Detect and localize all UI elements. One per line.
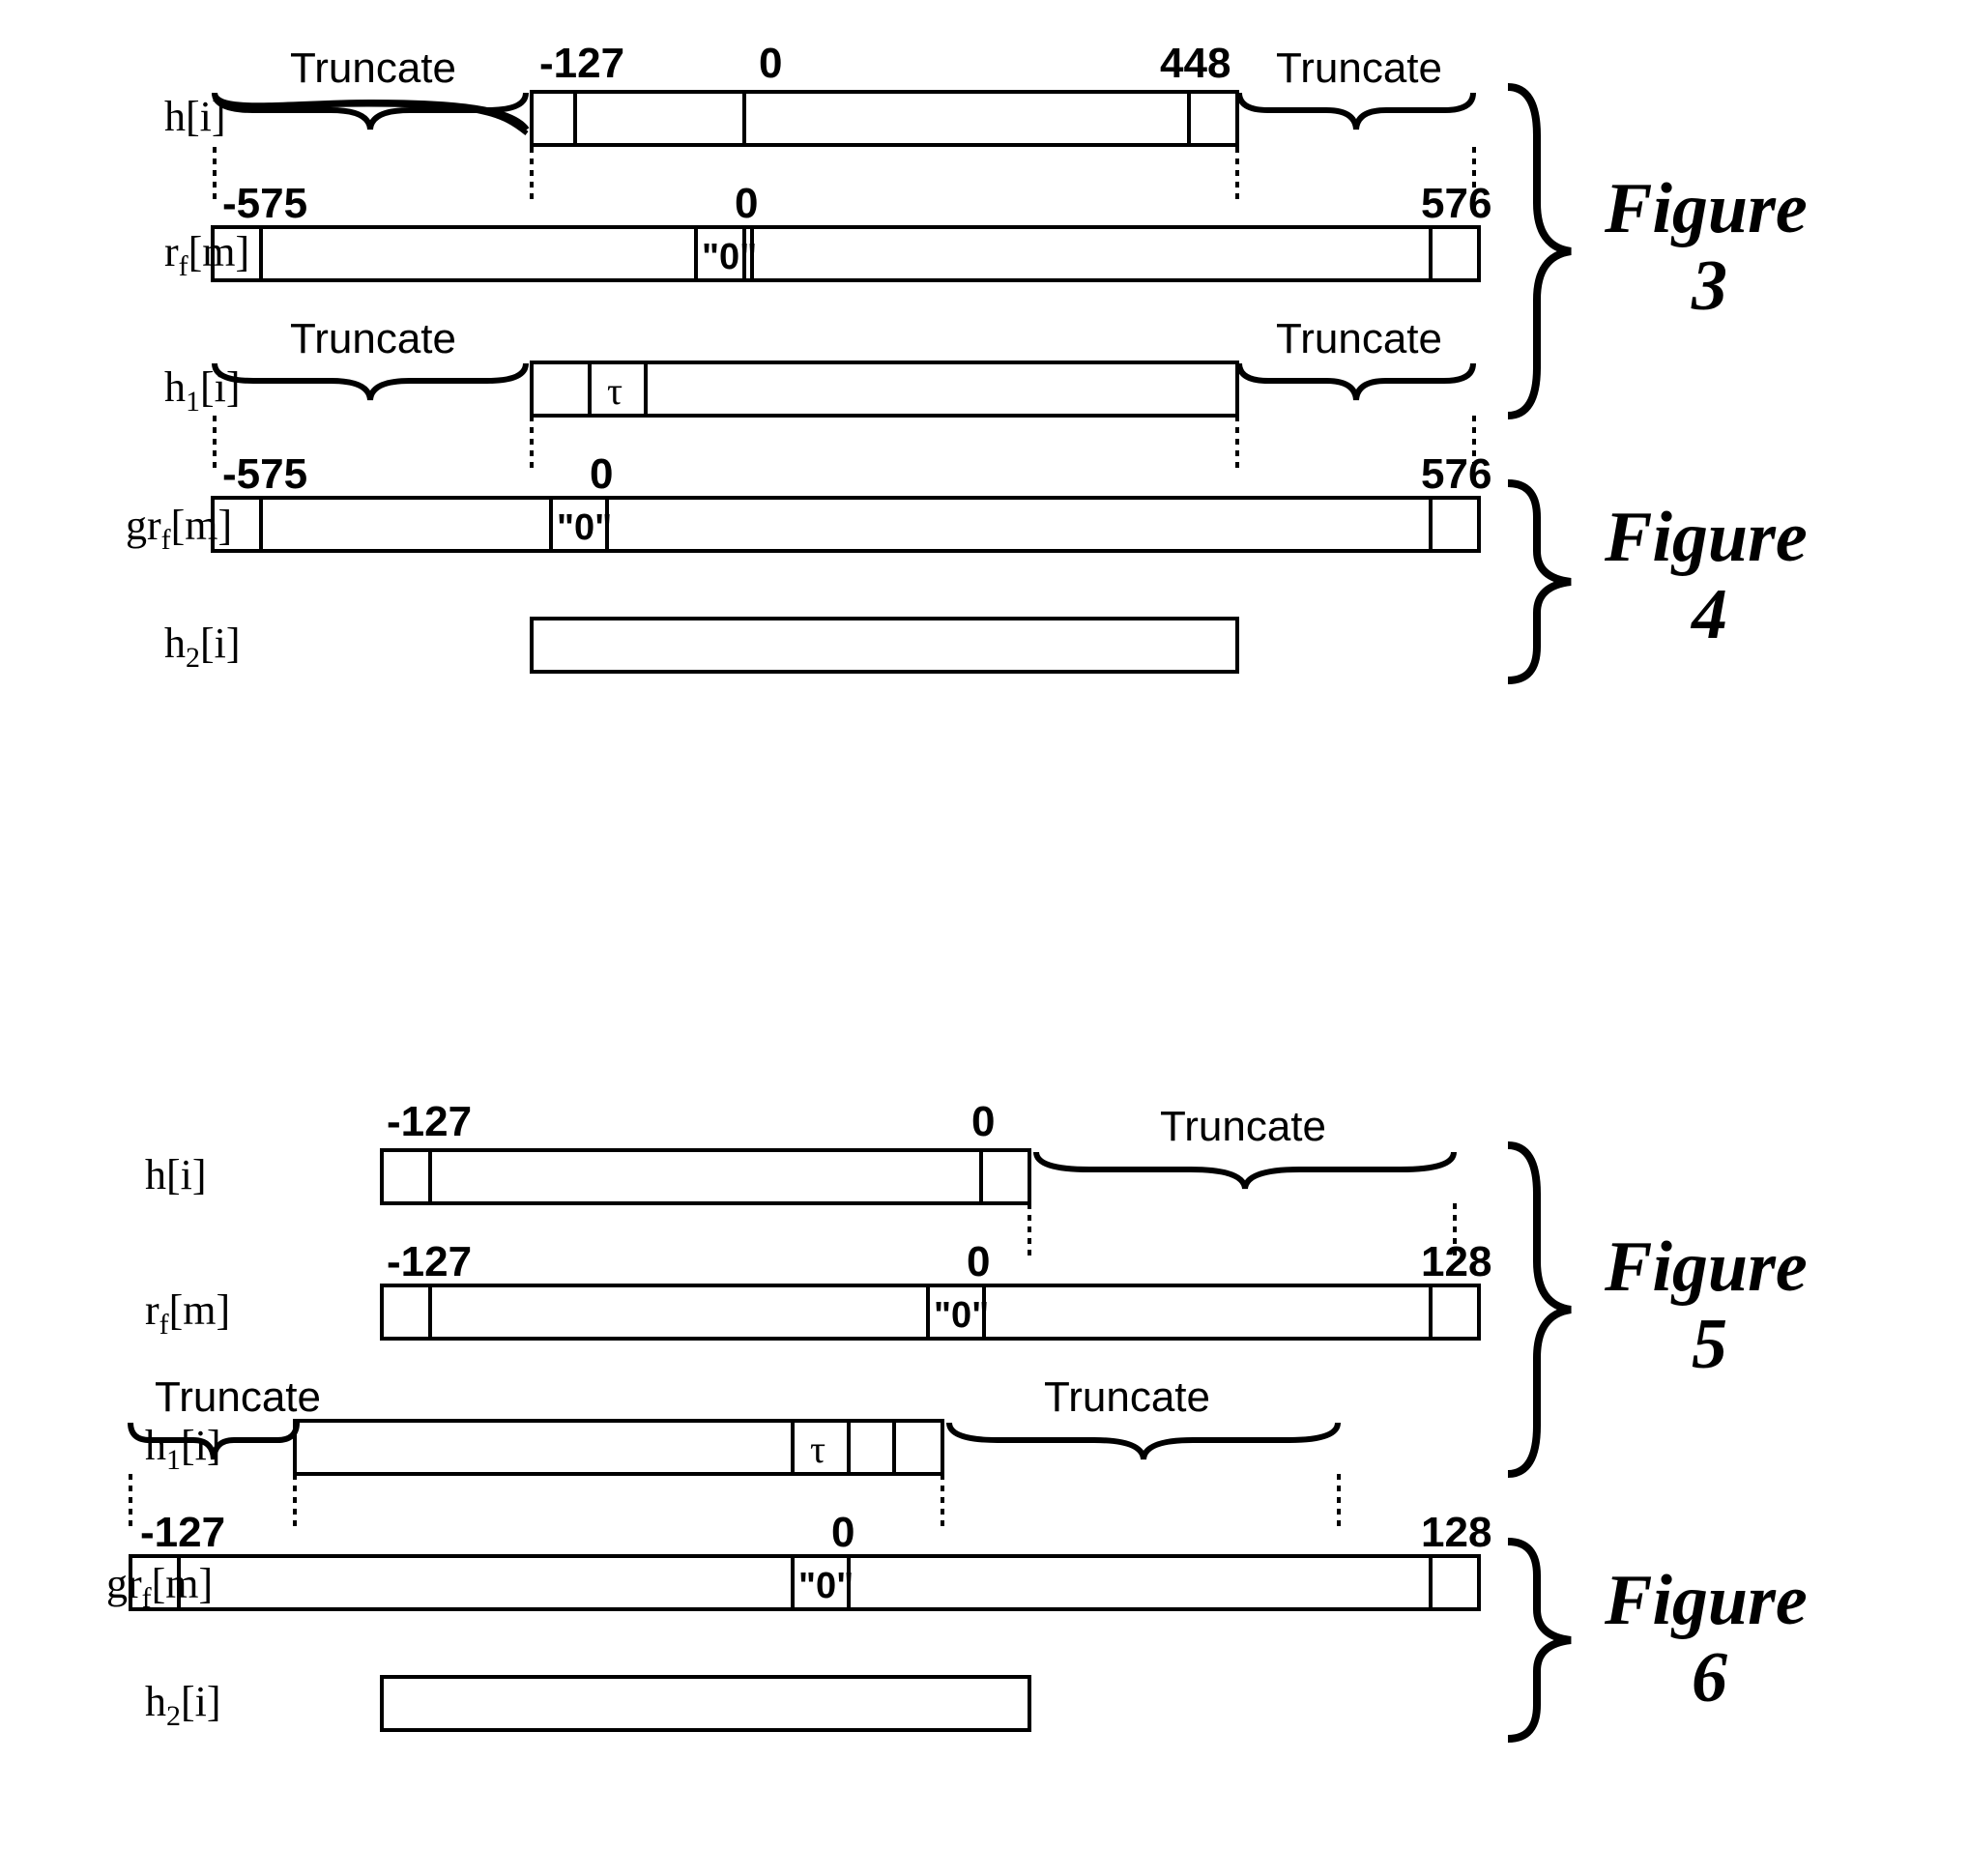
row6-label-grf: grf[m] xyxy=(106,1560,213,1614)
tick-rf-end: 576 xyxy=(1421,180,1491,227)
bar5-h1 xyxy=(295,1421,942,1474)
truncate-left-h1: Truncate xyxy=(290,315,456,362)
truncate-left-h: Truncate xyxy=(290,44,456,92)
row-label-grf: grf[m] xyxy=(126,502,232,556)
tick5-rf-zero: 0 xyxy=(967,1238,990,1285)
truncate5-right-h: Truncate xyxy=(1160,1103,1326,1150)
tick-h-zero: 0 xyxy=(759,40,782,87)
tick5-rf-start: -127 xyxy=(387,1238,472,1285)
tick5-h-zero: 0 xyxy=(971,1098,995,1145)
truncate-right-h1: Truncate xyxy=(1276,315,1442,362)
tick6-grf-start: -127 xyxy=(140,1509,225,1556)
diagram-root: h[i] -127 0 448 Truncate Truncate rf[m] … xyxy=(0,0,1969,1876)
truncate5-right-h1: Truncate xyxy=(1044,1373,1210,1421)
row-label-h1: h1[i] xyxy=(164,363,241,418)
figure-4-top: Figure xyxy=(1604,498,1808,577)
bar6-h2 xyxy=(382,1677,1029,1730)
tick-rf-zero: 0 xyxy=(735,180,758,227)
tick-grf-end: 576 xyxy=(1421,450,1491,498)
figure-3-bot: 3 xyxy=(1691,246,1727,326)
figure-4-bot: 4 xyxy=(1690,575,1727,654)
tick6-grf-zero: 0 xyxy=(831,1509,854,1556)
row6-label-h2: h2[i] xyxy=(145,1678,221,1732)
h1-5-tau: τ xyxy=(810,1428,825,1471)
bar-grf xyxy=(213,498,1479,551)
tick-grf-start: -575 xyxy=(222,450,307,498)
bar-h xyxy=(532,92,1237,145)
grf-zero-cell: "0" xyxy=(557,507,612,548)
row5-label-h: h[i] xyxy=(145,1151,207,1198)
bar-rf xyxy=(213,227,1479,280)
figure-5-top: Figure xyxy=(1604,1227,1808,1307)
figure-6-top: Figure xyxy=(1604,1561,1808,1640)
figure-6-bot: 6 xyxy=(1692,1638,1727,1717)
bar5-rf xyxy=(382,1285,1479,1339)
tick6-grf-end: 128 xyxy=(1421,1509,1491,1556)
tick-grf-zero: 0 xyxy=(590,450,613,498)
figure-3-top: Figure xyxy=(1604,169,1808,248)
tick-rf-start: -575 xyxy=(222,180,307,227)
figure-5-bot: 5 xyxy=(1692,1305,1727,1384)
row-label-rf: rf[m] xyxy=(164,228,249,282)
rf5-zero-cell: "0" xyxy=(934,1295,989,1336)
rf-zero-cell: "0" xyxy=(702,237,757,277)
bar-h1 xyxy=(532,362,1237,416)
tick-h-end: 448 xyxy=(1160,40,1231,87)
bar5-h xyxy=(382,1150,1029,1203)
tick-h-start: -127 xyxy=(539,40,624,87)
row5-label-rf: rf[m] xyxy=(145,1286,230,1341)
tick5-rf-end: 128 xyxy=(1421,1238,1491,1285)
grf6-zero-cell: "0" xyxy=(798,1566,854,1606)
bar-h2 xyxy=(532,619,1237,672)
h1-tau: τ xyxy=(607,369,623,413)
truncate5-left-h1: Truncate xyxy=(155,1373,321,1421)
row-label-h2: h2[i] xyxy=(164,620,241,674)
truncate-right-h: Truncate xyxy=(1276,44,1442,92)
tick5-h-start: -127 xyxy=(387,1098,472,1145)
